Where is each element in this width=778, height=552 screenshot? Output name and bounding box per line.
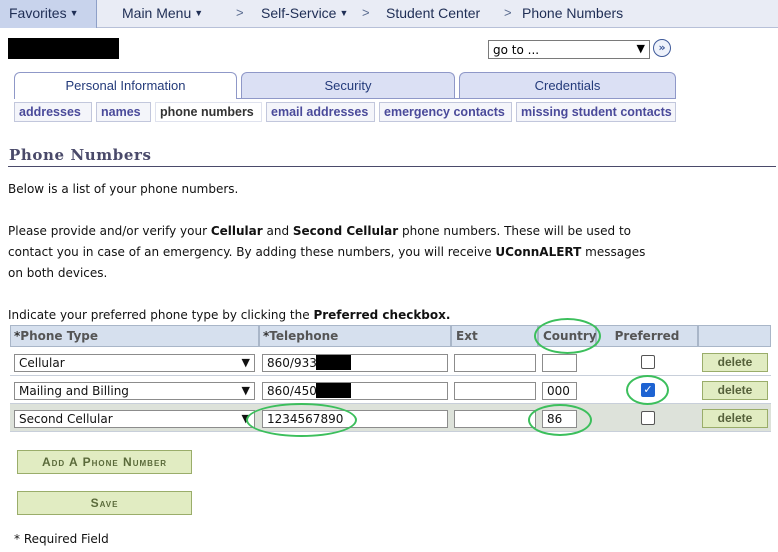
- instruction-line-1: Please provide and/or verify your Cellul…: [8, 221, 708, 242]
- self-service-label: Self-Service: [261, 5, 337, 21]
- header-phone-type-label: Phone Type: [20, 329, 99, 343]
- chevron-down-icon: ▼: [636, 42, 645, 55]
- breadcrumb-separator-icon: >: [236, 5, 244, 20]
- caret-down-icon: ▼: [194, 8, 204, 18]
- subtab-email-addresses[interactable]: email addresses: [266, 102, 375, 122]
- subtab-phone-numbers[interactable]: phone numbers: [155, 102, 262, 122]
- telephone-value: 860/450-: [267, 384, 322, 398]
- redacted-number: [316, 383, 351, 398]
- breadcrumb-student-center[interactable]: Student Center: [386, 5, 480, 21]
- required-field-note: * Required Field: [14, 532, 109, 546]
- redacted-number: [316, 355, 351, 370]
- text-span: contact you in case of an emergency. By …: [8, 245, 496, 259]
- chevron-down-icon: ▼: [241, 356, 250, 369]
- telephone-input[interactable]: 860/933-: [262, 354, 448, 372]
- page-title: Phone Numbers: [9, 146, 152, 164]
- breadcrumb-separator-icon: >: [362, 5, 370, 20]
- phone-type-select[interactable]: Cellular ▼: [14, 354, 255, 372]
- preferred-checkbox[interactable]: [641, 411, 655, 425]
- header-telephone: *Telephone: [259, 325, 451, 347]
- goto-go-icon[interactable]: »: [653, 39, 671, 57]
- phone-type-value: Cellular: [19, 356, 65, 370]
- delete-button[interactable]: delete: [702, 409, 768, 428]
- instruction-paragraph: Please provide and/or verify your Cellul…: [8, 221, 708, 284]
- bold-second-cellular: Second Cellular: [292, 224, 399, 238]
- country-input[interactable]: 86: [542, 410, 577, 428]
- header-ext: Ext: [451, 325, 538, 347]
- header-phone-type: *Phone Type: [10, 325, 259, 347]
- intro-text: Below is a list of your phone numbers.: [8, 182, 239, 196]
- phone-type-select[interactable]: Mailing and Billing ▼: [14, 382, 255, 400]
- tab-credentials[interactable]: Credentials: [459, 72, 676, 98]
- country-input[interactable]: [542, 354, 577, 372]
- ext-input[interactable]: [454, 354, 536, 372]
- checkmark-icon: ✓: [643, 383, 653, 396]
- subtab-emergency-contacts[interactable]: emergency contacts: [379, 102, 512, 122]
- caret-down-icon: ▼: [339, 8, 349, 18]
- phone-type-select[interactable]: Second Cellular ▼: [14, 410, 255, 428]
- self-service-menu[interactable]: Self-Service ▼: [261, 5, 348, 21]
- bold-cellular: Cellular: [210, 224, 263, 238]
- preferred-checkbox-checked[interactable]: ✓: [641, 383, 655, 397]
- bold-uconnalert: UConnALERT: [495, 245, 582, 259]
- favorites-menu[interactable]: Favorites ▼: [0, 0, 97, 28]
- telephone-input[interactable]: 1234567890: [262, 410, 448, 428]
- main-menu-label: Main Menu: [122, 5, 192, 21]
- tab-security[interactable]: Security: [241, 72, 455, 98]
- preferred-checkbox[interactable]: [641, 355, 655, 369]
- goto-select[interactable]: go to ... ▼: [488, 40, 650, 59]
- caret-down-icon: ▼: [69, 8, 79, 18]
- subtab-missing-student-contacts[interactable]: missing student contacts: [516, 102, 676, 122]
- telephone-value: 1234567890: [267, 412, 344, 426]
- country-input[interactable]: 000: [542, 382, 577, 400]
- tab-personal-information[interactable]: Personal Information: [14, 72, 237, 99]
- text-span: phone numbers. These will be used to: [398, 224, 632, 238]
- bold-preferred-checkbox: Preferred checkbox.: [313, 308, 451, 322]
- top-nav-bar: Favorites ▼ Main Menu ▼ > Self-Service ▼ > …: [0, 0, 778, 28]
- save-button[interactable]: Save: [17, 491, 192, 515]
- header-actions: [698, 325, 771, 347]
- favorites-label: Favorites: [9, 5, 67, 21]
- ext-input[interactable]: [454, 410, 536, 428]
- text-span: messages: [581, 245, 646, 259]
- header-country: Country: [538, 325, 597, 347]
- redacted-name: [8, 38, 119, 59]
- delete-button[interactable]: delete: [702, 353, 768, 372]
- instruction-line-2: contact you in case of an emergency. By …: [8, 242, 708, 263]
- ext-input[interactable]: [454, 382, 536, 400]
- chevron-down-icon: ▼: [241, 384, 250, 397]
- tab-divider: [237, 98, 676, 99]
- main-menu[interactable]: Main Menu ▼: [122, 5, 203, 21]
- goto-value: go to ...: [493, 43, 540, 57]
- text-span: Please provide and/or verify your: [8, 224, 211, 238]
- breadcrumb-phone-numbers: Phone Numbers: [522, 5, 624, 21]
- subtab-names[interactable]: names: [96, 102, 151, 122]
- add-phone-number-button[interactable]: Add A Phone Number: [17, 450, 192, 474]
- header-telephone-label: Telephone: [269, 329, 339, 343]
- delete-button[interactable]: delete: [702, 381, 768, 400]
- phone-type-value: Mailing and Billing: [19, 384, 129, 398]
- instruction-line-3: on both devices.: [8, 266, 108, 280]
- text-span: and: [262, 224, 293, 238]
- telephone-input[interactable]: 860/450-: [262, 382, 448, 400]
- subtab-addresses[interactable]: addresses: [14, 102, 92, 122]
- preferred-instruction: Indicate your preferred phone type by cl…: [8, 305, 450, 326]
- breadcrumb-separator-icon: >: [504, 5, 512, 20]
- telephone-value: 860/933-: [267, 356, 322, 370]
- phone-type-value: Second Cellular: [19, 412, 113, 426]
- header-preferred: Preferred: [596, 325, 698, 347]
- text-span: Indicate your preferred phone type by cl…: [8, 308, 314, 322]
- title-divider: [8, 166, 776, 167]
- chevron-down-icon: ▼: [241, 412, 250, 425]
